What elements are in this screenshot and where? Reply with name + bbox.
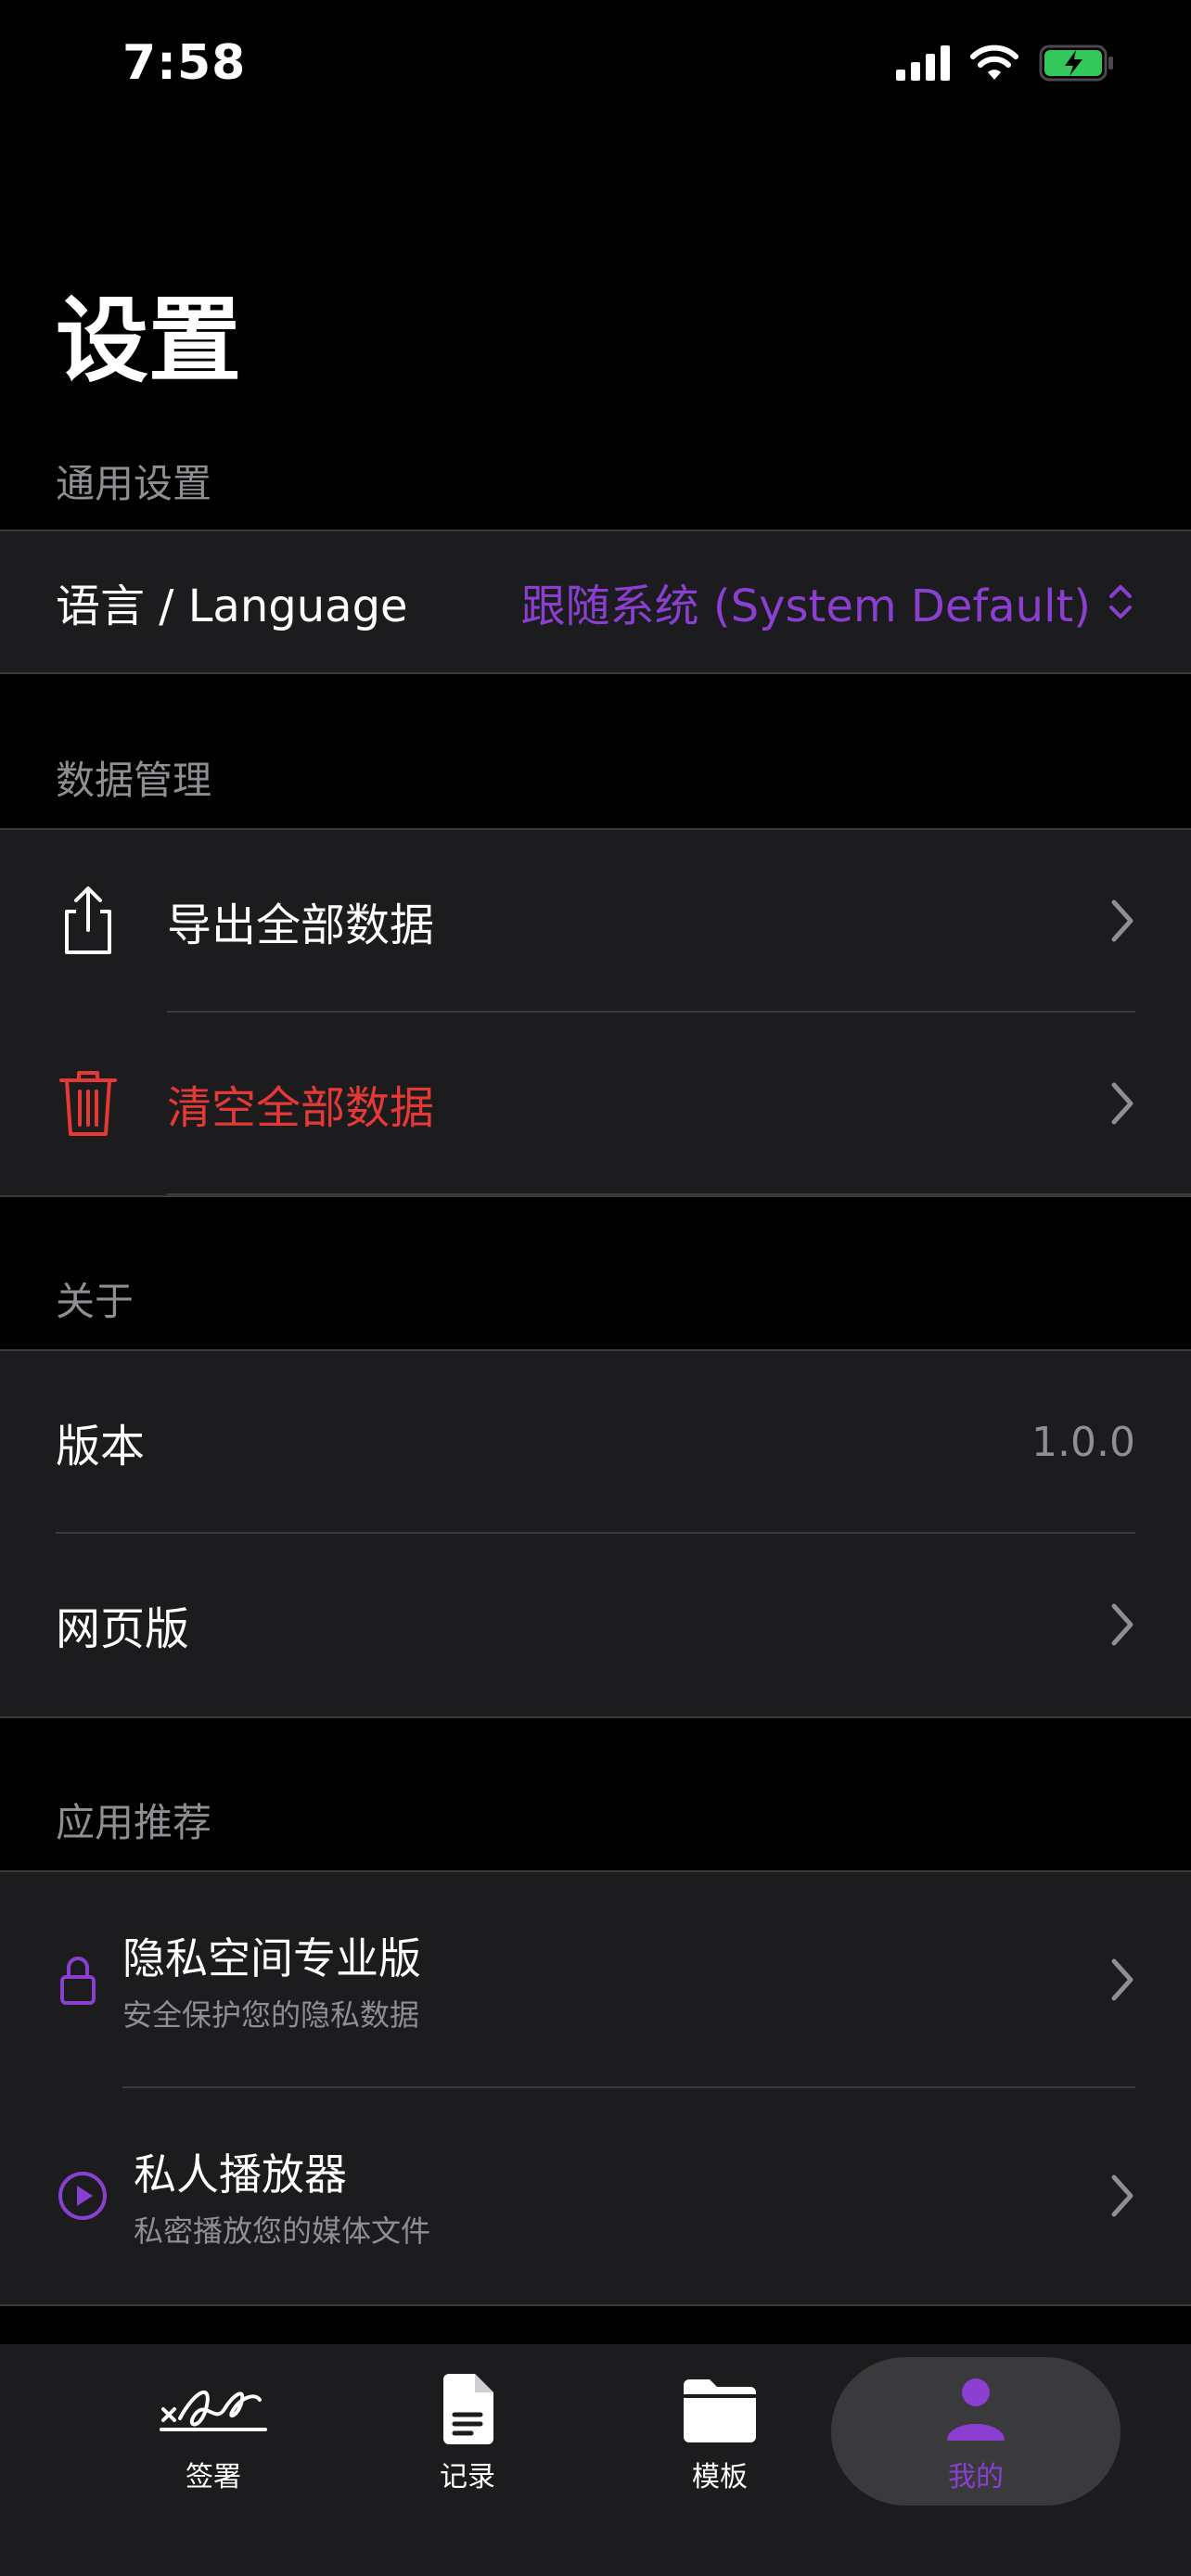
section-header-data: 数据管理 <box>56 758 212 803</box>
export-data-label: 导出全部数据 <box>167 899 435 951</box>
chevron-up-down-icon <box>1109 585 1132 618</box>
data-management-group: 导出全部数据 清空全部数据 <box>0 828 1191 1197</box>
section-header-about: 关于 <box>56 1279 134 1324</box>
app-item-private-space[interactable]: 隐私空间专业版 安全保护您的隐私数据 <box>0 1872 1191 2087</box>
version-row: 版本 1.0.0 <box>0 1351 1191 1533</box>
export-data-row[interactable]: 导出全部数据 <box>0 830 1191 1012</box>
row-separator <box>167 1193 1191 1195</box>
about-group: 版本 1.0.0 网页版 <box>0 1349 1191 1718</box>
language-label: 语言 / Language <box>56 580 408 632</box>
tab-sign[interactable]: 签署 <box>102 2372 325 2511</box>
signature-icon <box>160 2390 267 2431</box>
app-item-subtitle: 安全保护您的隐私数据 <box>122 1997 420 2033</box>
clear-data-row[interactable]: 清空全部数据 <box>0 1013 1191 1194</box>
chevron-right-icon <box>1111 1958 1133 2001</box>
trash-icon <box>59 1071 117 1136</box>
version-label: 版本 <box>56 1421 146 1473</box>
tab-bar: 签署 记录 模板 我的 <box>0 2344 1191 2576</box>
app-item-text: 隐私空间专业版 安全保护您的隐私数据 <box>122 1925 421 2034</box>
general-settings-group: 语言 / Language 跟随系统 (System Default) <box>0 529 1191 674</box>
app-item-subtitle: 私密播放您的媒体文件 <box>134 2213 431 2249</box>
app-item-text: 私人播放器 私密播放您的媒体文件 <box>134 2141 430 2251</box>
tab-mine[interactable]: 我的 <box>864 2372 1087 2511</box>
clear-data-label: 清空全部数据 <box>167 1082 435 1134</box>
tab-mine-label: 我的 <box>948 2461 1004 2493</box>
cellular-signal-icon <box>896 45 950 81</box>
tab-sign-label: 签署 <box>186 2461 241 2493</box>
chevron-right-icon <box>1111 2174 1133 2217</box>
section-header-general: 通用设置 <box>56 461 212 506</box>
tab-templates-label: 模板 <box>692 2461 748 2493</box>
status-bar: 7:58 <box>0 0 1191 139</box>
chevron-right-icon <box>1111 899 1133 942</box>
section-header-apps: 应用推荐 <box>56 1800 212 1845</box>
chevron-right-icon <box>1111 1603 1133 1646</box>
chevron-right-icon <box>1111 1082 1133 1125</box>
page-title: 设置 <box>56 287 241 395</box>
tab-records-label: 记录 <box>440 2461 495 2493</box>
language-value: 跟随系统 (System Default) <box>520 580 1091 632</box>
status-icons <box>896 45 1115 82</box>
app-item-title: 私人播放器 <box>134 2149 347 2200</box>
tab-records[interactable]: 记录 <box>356 2372 579 2511</box>
lock-icon <box>60 1957 96 2005</box>
play-circle-icon <box>58 2172 107 2220</box>
share-icon <box>65 886 111 954</box>
app-item-private-player[interactable]: 私人播放器 私密播放您的媒体文件 <box>0 2088 1191 2303</box>
app-recommendations-group: 隐私空间专业版 安全保护您的隐私数据 私人播放器 私密播放您的媒体文件 <box>0 1870 1191 2306</box>
web-version-label: 网页版 <box>56 1603 190 1655</box>
app-item-title: 隐私空间专业版 <box>122 1933 421 1983</box>
language-row[interactable]: 语言 / Language 跟随系统 (System Default) <box>0 531 1191 672</box>
document-icon <box>443 2374 493 2444</box>
status-time: 7:58 <box>122 35 247 91</box>
person-icon <box>947 2378 1005 2441</box>
wifi-icon <box>970 45 1018 80</box>
tab-templates[interactable]: 模板 <box>608 2372 831 2511</box>
web-version-row[interactable]: 网页版 <box>0 1534 1191 1715</box>
folder-icon <box>684 2379 756 2442</box>
battery-charging-icon <box>1039 45 1113 82</box>
version-value: 1.0.0 <box>1031 1418 1135 1466</box>
